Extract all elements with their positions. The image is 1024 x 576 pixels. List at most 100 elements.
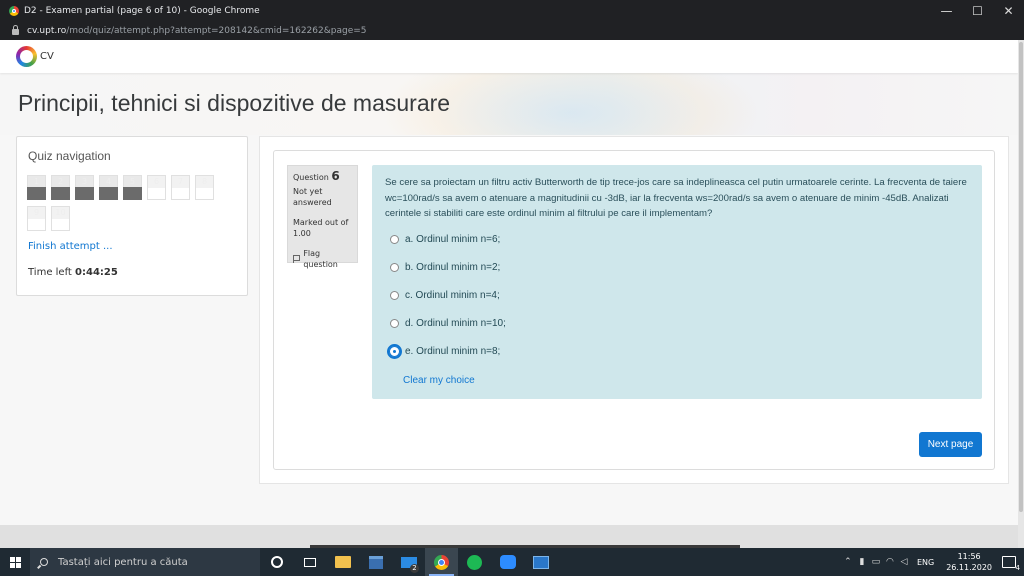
quiz-nav-number: 6 bbox=[148, 176, 165, 188]
question-text: Se cere sa proiectam un filtru activ But… bbox=[385, 177, 967, 220]
question-info: Question 6 Not yet answered Marked out o… bbox=[287, 165, 358, 269]
answer-label: e. Ordinul minim n=8; bbox=[405, 346, 501, 357]
quiz-nav-number: 10 bbox=[52, 207, 69, 219]
answer-label: c. Ordinul minim n=4; bbox=[405, 290, 500, 301]
answer-option-e[interactable]: e. Ordinul minim n=8; bbox=[387, 344, 501, 359]
quiz-nav-question-1[interactable]: 1 bbox=[27, 175, 46, 200]
close-button[interactable]: ✕ bbox=[993, 0, 1024, 22]
clock-time: 11:56 bbox=[957, 552, 981, 561]
language-indicator[interactable]: ENG bbox=[917, 558, 934, 567]
window-titlebar: D2 - Examen partial (page 6 of 10) - Goo… bbox=[0, 0, 1024, 22]
task-view-button[interactable] bbox=[293, 548, 326, 576]
windows-taskbar: Tastați aici pentru a căuta 2 ⌃ ▮ ▭ ◠ ◁ … bbox=[0, 548, 1024, 576]
answer-option-c[interactable]: c. Ordinul minim n=4; bbox=[390, 290, 500, 301]
tray-chevron-icon[interactable]: ⌃ bbox=[841, 548, 855, 576]
folder-icon bbox=[334, 556, 351, 568]
site-logo-icon[interactable] bbox=[16, 46, 37, 67]
quiz-nav-question-6[interactable]: 6 bbox=[147, 175, 166, 200]
answer-label: b. Ordinul minim n=2; bbox=[405, 262, 501, 273]
quiz-nav-number: 7 bbox=[172, 176, 189, 188]
taskbar-search-placeholder: Tastați aici pentru a căuta bbox=[58, 556, 188, 568]
url-path: /mod/quiz/attempt.php?attempt=208142&cmi… bbox=[66, 26, 367, 36]
page-scrollbar[interactable] bbox=[1018, 40, 1024, 548]
microphone-icon[interactable]: ▮ bbox=[855, 548, 869, 576]
answer-option-b[interactable]: b. Ordinul minim n=2; bbox=[390, 262, 500, 273]
quiz-nav-question-7[interactable]: 7 bbox=[171, 175, 190, 200]
task-view-icon bbox=[303, 557, 316, 567]
clock[interactable]: 11:56 26.11.2020 bbox=[946, 551, 992, 573]
time-left-label: Time left bbox=[28, 267, 72, 278]
quiz-nav-question-5[interactable]: 5 bbox=[123, 175, 142, 200]
answer-radio[interactable] bbox=[390, 319, 399, 328]
quiz-nav-number: 8 bbox=[196, 176, 213, 188]
question-card: Question 6 Not yet answered Marked out o… bbox=[273, 150, 995, 470]
answer-option-a[interactable]: a. Ordinul minim n=6; bbox=[390, 234, 500, 245]
question-grade: Marked out of 1.00 bbox=[293, 218, 349, 238]
chrome-taskbar-button[interactable] bbox=[425, 548, 458, 576]
lock-icon bbox=[12, 25, 19, 35]
quiz-nav-question-2[interactable]: 2 bbox=[51, 175, 70, 200]
answer-option-d[interactable]: d. Ordinul minim n=10; bbox=[390, 318, 506, 329]
search-icon bbox=[40, 558, 48, 566]
answer-radio-selected[interactable] bbox=[387, 344, 402, 359]
mail-button[interactable]: 2 bbox=[392, 548, 425, 576]
site-navbar: CV bbox=[0, 40, 1018, 73]
chrome-icon bbox=[434, 554, 449, 570]
flag-icon bbox=[293, 255, 301, 263]
store-icon bbox=[368, 555, 383, 569]
quiz-navigation-heading: Quiz navigation bbox=[28, 149, 111, 163]
finish-attempt-link[interactable]: Finish attempt ... bbox=[28, 241, 113, 252]
answer-label: d. Ordinul minim n=10; bbox=[405, 318, 506, 329]
next-page-button[interactable]: Next page bbox=[919, 432, 982, 457]
flag-question-button[interactable]: Flag question bbox=[293, 248, 352, 270]
photos-button[interactable] bbox=[524, 548, 557, 576]
minimize-button[interactable]: — bbox=[931, 0, 962, 22]
spotify-button[interactable] bbox=[458, 548, 491, 576]
clear-choice-link[interactable]: Clear my choice bbox=[403, 375, 475, 386]
clock-date: 26.11.2020 bbox=[946, 563, 992, 572]
windows-logo-icon bbox=[9, 556, 21, 568]
photos-icon bbox=[532, 555, 549, 569]
question-state: Not yet answered bbox=[293, 187, 332, 207]
start-button[interactable] bbox=[0, 548, 30, 576]
maximize-button[interactable]: ☐ bbox=[962, 0, 993, 22]
zoom-button[interactable] bbox=[491, 548, 524, 576]
quiz-nav-question-10[interactable]: 10 bbox=[51, 206, 70, 231]
page-title: Principii, tehnici si dispozitive de mas… bbox=[18, 90, 451, 116]
answer-radio[interactable] bbox=[390, 235, 399, 244]
notification-center-icon[interactable]: 4 bbox=[1002, 556, 1020, 572]
wifi-icon[interactable]: ◠ bbox=[883, 548, 897, 576]
quiz-nav-number: 9 bbox=[28, 207, 45, 219]
quiz-main-region: Question 6 Not yet answered Marked out o… bbox=[259, 136, 1009, 484]
mail-badge: 2 bbox=[410, 564, 419, 573]
address-bar[interactable]: cv.upt.ro/mod/quiz/attempt.php?attempt=2… bbox=[0, 22, 1024, 40]
spotify-icon bbox=[467, 554, 482, 570]
store-button[interactable] bbox=[359, 548, 392, 576]
site-logo-text[interactable]: CV bbox=[40, 51, 54, 62]
quiz-nav-question-8[interactable]: 8 bbox=[195, 175, 214, 200]
answer-radio[interactable] bbox=[390, 263, 399, 272]
cortana-button[interactable] bbox=[260, 548, 293, 576]
quiz-nav-question-4[interactable]: 4 bbox=[99, 175, 118, 200]
zoom-icon bbox=[499, 555, 516, 569]
time-left-value: 0:44:25 bbox=[75, 267, 118, 278]
quiz-nav-question-9[interactable]: 9 bbox=[27, 206, 46, 231]
window-title: D2 - Examen partial (page 6 of 10) - Goo… bbox=[24, 6, 260, 16]
flag-question-label: Flag question bbox=[303, 249, 338, 269]
volume-icon[interactable]: ◁ bbox=[897, 548, 911, 576]
quiz-nav-question-3[interactable]: 3 bbox=[75, 175, 94, 200]
question-number-value: 6 bbox=[331, 169, 340, 183]
window-controls: — ☐ ✕ bbox=[931, 0, 1024, 22]
question-formulation: Se cere sa proiectam un filtru activ But… bbox=[372, 165, 982, 399]
web-page: CV Principii, tehnici si dispozitive de … bbox=[0, 40, 1018, 548]
file-explorer-button[interactable] bbox=[326, 548, 359, 576]
chrome-logo-icon bbox=[9, 6, 19, 16]
taskbar-search[interactable]: Tastați aici pentru a căuta bbox=[30, 548, 260, 576]
quiz-navigation-block: Quiz navigation 1 2 3 4 5 6 7 8 9 10 Fin… bbox=[16, 136, 248, 296]
system-tray: ⌃ ▮ ▭ ◠ ◁ ENG 11:56 26.11.2020 4 bbox=[841, 548, 1024, 576]
question-label: Question bbox=[293, 173, 329, 182]
battery-icon[interactable]: ▭ bbox=[869, 548, 883, 576]
answer-radio[interactable] bbox=[390, 291, 399, 300]
scrollbar-thumb[interactable] bbox=[1019, 42, 1023, 512]
notification-count: 4 bbox=[1015, 564, 1020, 572]
